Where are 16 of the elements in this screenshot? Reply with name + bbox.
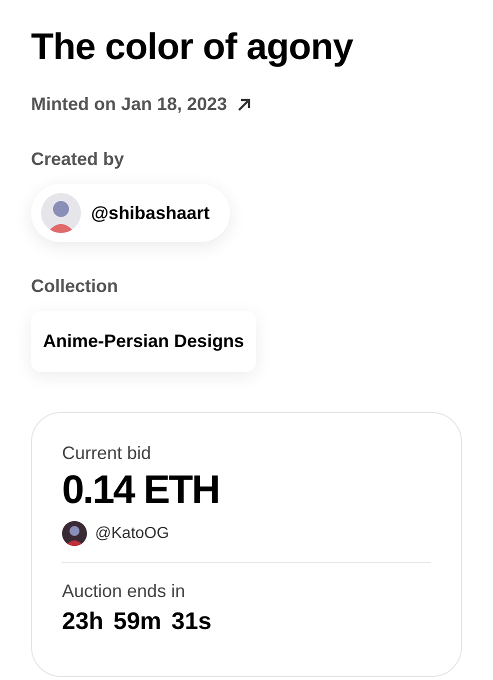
countdown-value: 31s — [171, 608, 212, 636]
avatar — [41, 193, 81, 233]
countdown-value: 23h — [62, 608, 104, 636]
created-by-label: Created by — [31, 149, 126, 170]
auction-ends-label: Auction ends in — [62, 581, 186, 602]
artwork-title: The color of agony — [31, 26, 354, 68]
collection-link[interactable]: Anime-Persian Designs — [31, 311, 256, 372]
countdown-value: 59m — [113, 608, 162, 636]
bid-amount: 0.14 ETH — [62, 468, 220, 513]
current-bid-label: Current bid — [62, 443, 152, 464]
collection-label: Collection — [31, 276, 120, 297]
minted-link[interactable]: Minted on Jan 18, 2023 — [31, 94, 252, 115]
arrow-up-right-icon — [237, 98, 252, 112]
creator-chip[interactable]: @shibashaart — [31, 184, 230, 242]
bidder-link[interactable]: @KatoOG — [62, 521, 170, 546]
avatar — [62, 521, 87, 546]
